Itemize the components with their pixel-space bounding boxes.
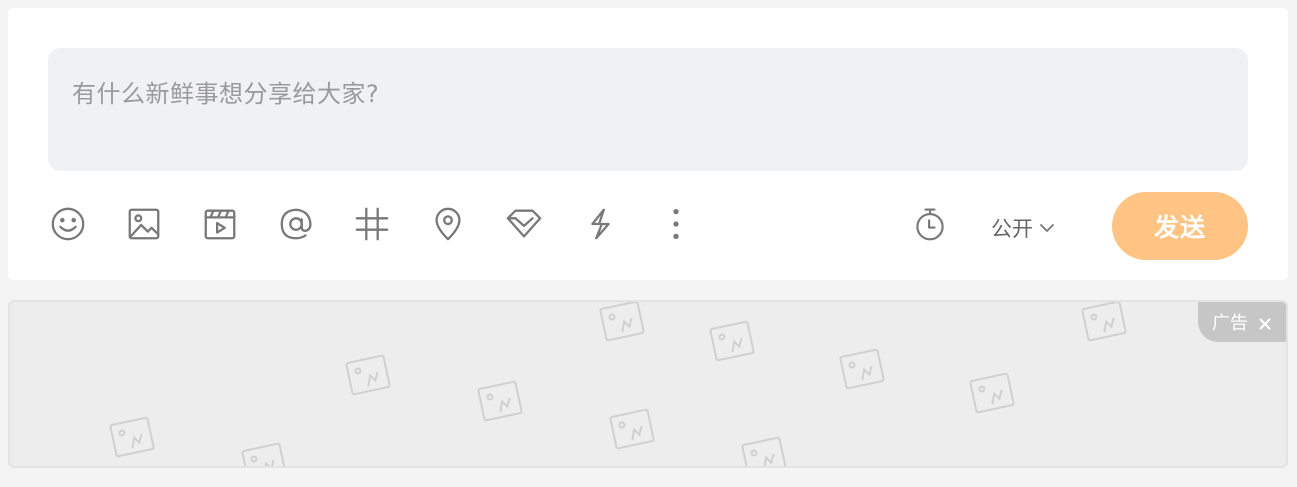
hashtag-button[interactable] (352, 204, 392, 244)
ad-close-button[interactable] (1258, 315, 1272, 330)
emoji-button[interactable] (48, 204, 88, 244)
image-placeholder-icon (477, 380, 523, 422)
diamond-icon (506, 209, 542, 238)
close-icon (1259, 318, 1271, 330)
image-placeholder-icon (241, 442, 287, 466)
post-composer: 有什么新鲜事想分享给大家? 公开 发送 (8, 8, 1288, 280)
visibility-label: 公开 (991, 217, 1033, 241)
image-placeholder-icon (109, 416, 155, 458)
image-placeholder-icon (599, 302, 645, 342)
lightning-button[interactable] (580, 204, 620, 244)
image-placeholder-icon (709, 320, 755, 362)
ad-label: 广告 (1212, 313, 1248, 334)
mention-icon (280, 208, 312, 240)
mention-button[interactable] (276, 204, 316, 244)
chevron-down-icon (1040, 224, 1054, 232)
hashtag-icon (355, 207, 389, 241)
image-placeholder-icon (741, 436, 787, 466)
location-icon (435, 207, 461, 241)
post-input[interactable]: 有什么新鲜事想分享给大家? (48, 48, 1248, 171)
more-button[interactable] (656, 204, 696, 244)
ad-badge: 广告 (1198, 302, 1286, 342)
diamond-button[interactable] (504, 204, 544, 244)
video-button[interactable] (200, 204, 240, 244)
video-icon (204, 209, 236, 240)
image-placeholder-icon (839, 348, 885, 390)
timer-icon (916, 208, 944, 241)
schedule-button[interactable] (910, 204, 950, 244)
lightning-icon (591, 208, 610, 240)
send-button[interactable]: 发送 (1112, 192, 1248, 260)
image-placeholder-pattern (10, 302, 1286, 466)
image-placeholder-icon (609, 408, 655, 450)
image-icon (128, 208, 160, 240)
visibility-dropdown[interactable]: 公开 (991, 214, 1055, 242)
location-button[interactable] (428, 204, 468, 244)
more-icon (673, 208, 679, 240)
emoji-icon (51, 207, 85, 241)
image-button[interactable] (124, 204, 164, 244)
ad-banner[interactable]: 广告 (8, 300, 1288, 468)
image-placeholder-icon (1081, 302, 1127, 342)
image-placeholder-icon (345, 354, 391, 396)
image-placeholder-icon (969, 372, 1015, 414)
